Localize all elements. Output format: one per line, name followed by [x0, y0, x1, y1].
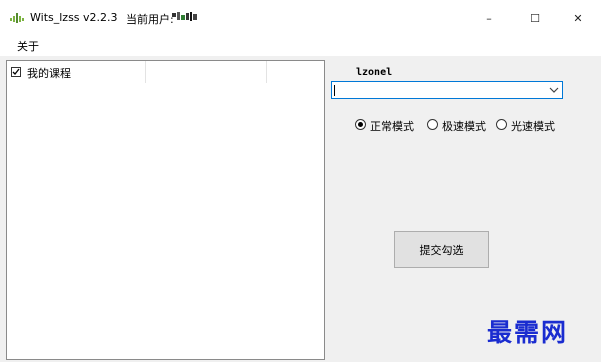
text-caret — [334, 85, 335, 96]
username-label: lzonel — [356, 67, 393, 78]
minimize-button[interactable]: – — [466, 0, 512, 36]
radio-label: 正常模式 — [370, 120, 414, 133]
radio-selected-icon[interactable] — [355, 119, 366, 130]
current-user-label: 当前用户: — [126, 13, 174, 26]
my-courses-checkbox[interactable] — [11, 67, 21, 77]
title-bar: Wits_lzss v2.2.3 当前用户: – ☐ ✕ — [0, 0, 601, 36]
radio-unselected-icon[interactable] — [496, 119, 507, 130]
radio-unselected-icon[interactable] — [427, 119, 438, 130]
app-icon — [10, 13, 24, 23]
column-divider — [266, 61, 267, 83]
course-tree[interactable]: 我的课程 — [6, 60, 325, 360]
chevron-down-icon[interactable] — [549, 85, 559, 95]
column-divider — [145, 61, 146, 83]
close-icon: ✕ — [573, 11, 583, 25]
window-title: Wits_lzss v2.2.3 — [30, 11, 118, 24]
radio-label: 光速模式 — [511, 120, 555, 133]
radio-label: 极速模式 — [442, 120, 486, 133]
maximize-icon: ☐ — [530, 11, 540, 25]
check-icon — [12, 68, 20, 75]
submit-selection-button[interactable]: 提交勾选 — [394, 231, 489, 268]
watermark: 最需网 — [487, 318, 569, 347]
masked-username — [172, 12, 197, 21]
maximize-button[interactable]: ☐ — [512, 0, 558, 36]
close-button[interactable]: ✕ — [555, 0, 601, 36]
my-courses-label: 我的课程 — [27, 67, 71, 80]
account-combobox[interactable] — [331, 81, 563, 99]
menu-bar: 关于 — [0, 36, 601, 56]
menu-item-about[interactable]: 关于 — [17, 38, 39, 54]
minimize-icon: – — [486, 11, 492, 25]
